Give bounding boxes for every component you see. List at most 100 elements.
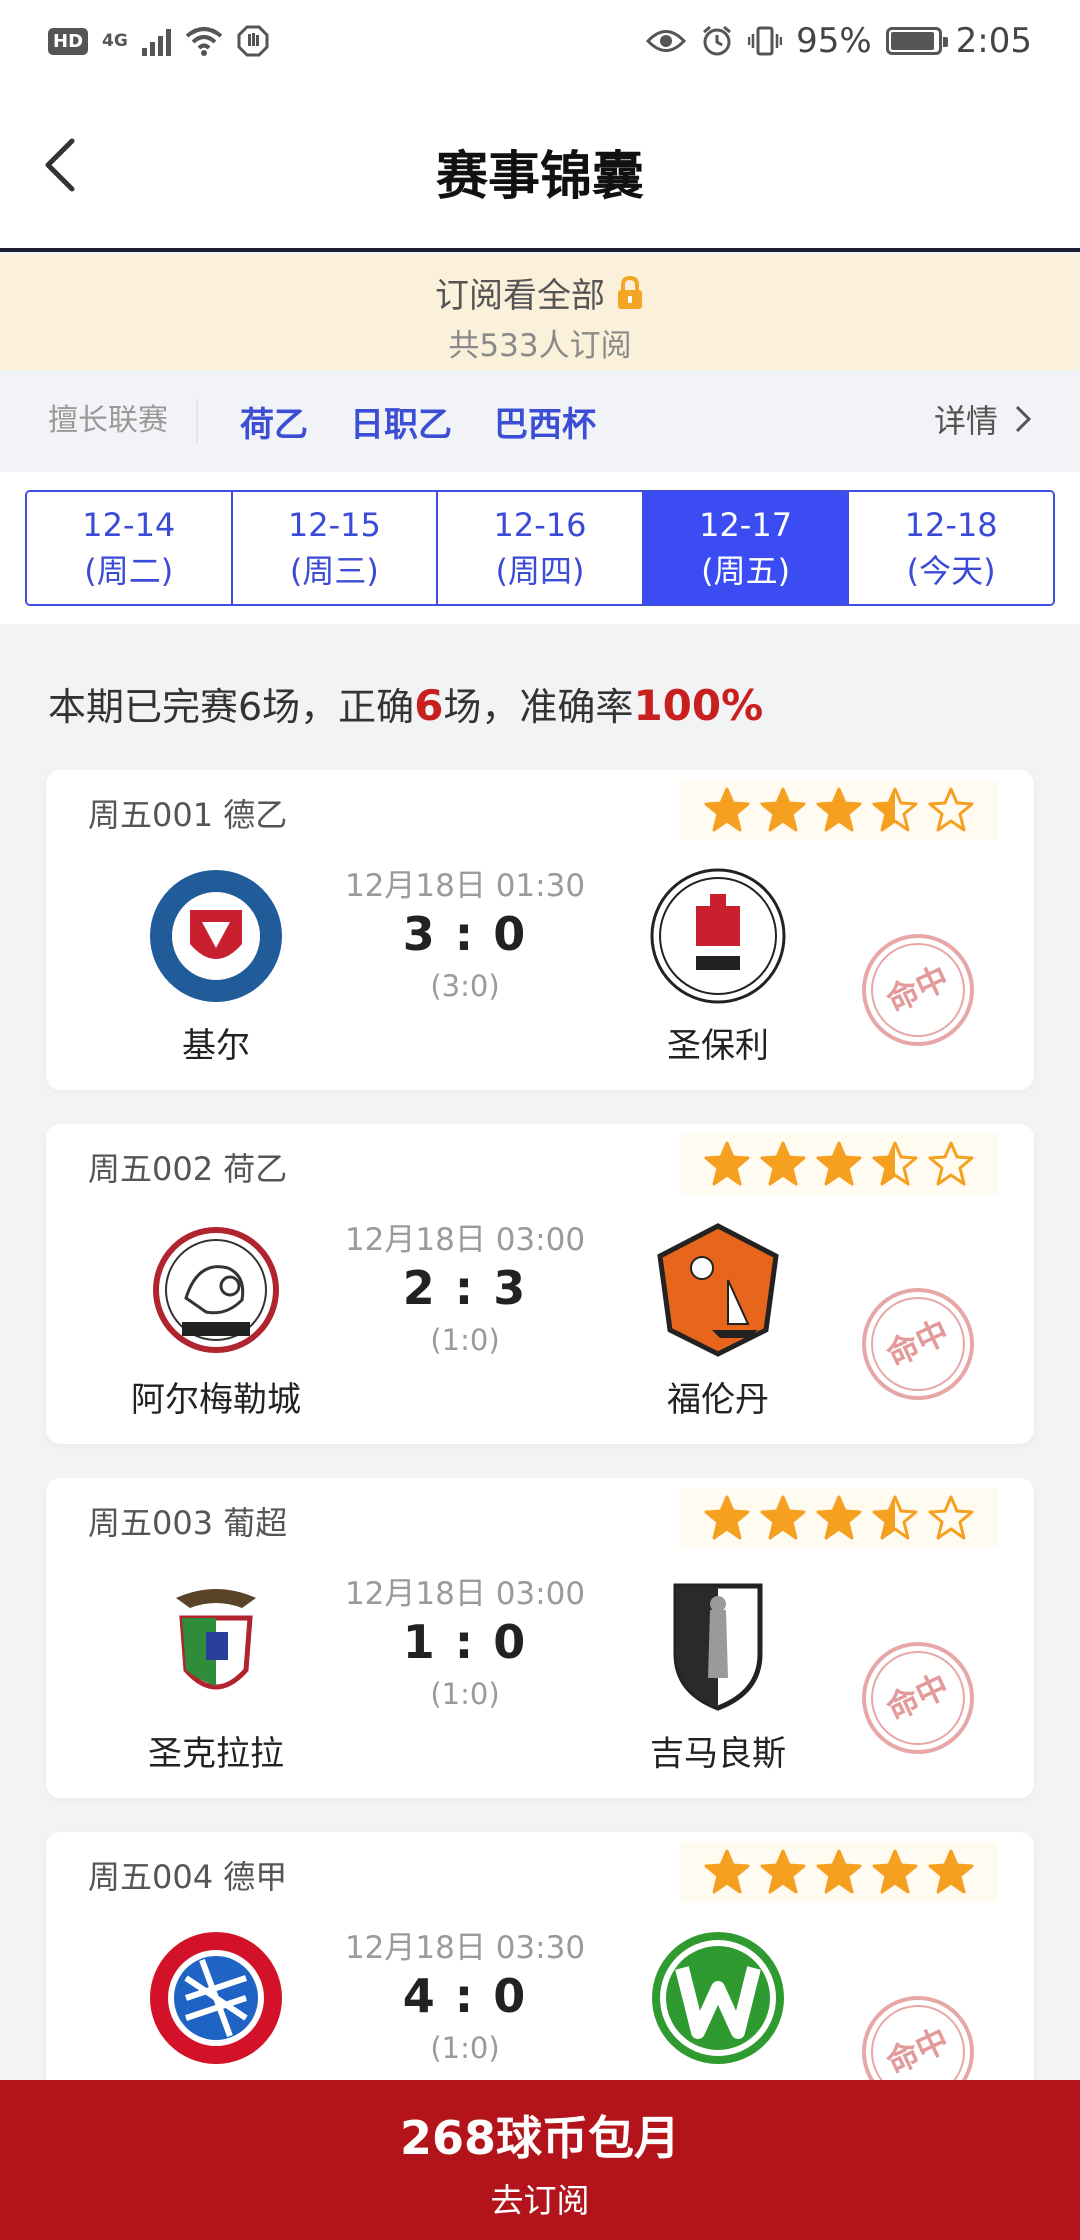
wifi-icon xyxy=(185,27,223,56)
date-tab-date: 12-18 xyxy=(904,506,998,544)
wolfsburg-crest-icon xyxy=(652,1932,784,2064)
date-tab-day: (周四) xyxy=(495,552,585,590)
subscribe-banner[interactable]: 订阅看全部 共533人订阅 xyxy=(0,254,1080,370)
league-item[interactable]: 荷乙 xyxy=(240,397,308,446)
hit-stamp-label: 命中 xyxy=(881,958,955,1019)
date-tab[interactable]: 12-16 (周四) xyxy=(438,492,644,604)
home-team: 阿尔梅勒城 xyxy=(96,1124,336,1421)
hd-icon: HD xyxy=(48,27,89,55)
league-item[interactable]: 日职乙 xyxy=(350,397,452,446)
away-team: 福伦丹 xyxy=(598,1124,838,1421)
half-time-score: (1:0) xyxy=(430,1323,500,1357)
accuracy-rate: 100% xyxy=(633,681,764,730)
subscribe-label: 订阅看全部 xyxy=(435,276,605,316)
star-empty-icon xyxy=(928,1495,974,1540)
battery-percent: 95% xyxy=(796,21,872,61)
detail-label: 详情 xyxy=(933,402,998,440)
match-time: 12月18日 03:00 xyxy=(344,1576,586,1612)
home-team-name: 基尔 xyxy=(182,1026,250,1066)
home-team: 圣克拉拉 xyxy=(96,1478,336,1775)
match-time: 12月18日 03:00 xyxy=(344,1222,586,1258)
results-summary: 本期已完赛6场，正确6场，准确率100% xyxy=(48,676,763,731)
star-half-icon xyxy=(872,1495,918,1540)
star-half-icon xyxy=(872,1141,918,1186)
hit-stamp-icon: 命中 xyxy=(862,1642,974,1754)
home-team-name: 圣克拉拉 xyxy=(148,1734,284,1774)
date-tab-day: (周二) xyxy=(84,552,174,590)
match-info: 12月18日 01:30 3 : 0 (3:0) xyxy=(340,860,590,1003)
date-tab[interactable]: 12-14 (周二) xyxy=(27,492,233,604)
match-info: 12月18日 03:00 2 : 3 (1:0) xyxy=(340,1214,590,1357)
half-time-score: (1:0) xyxy=(430,1677,500,1711)
chevron-right-icon xyxy=(1015,405,1032,433)
home-team xyxy=(96,1832,336,2080)
network-type: 4G xyxy=(102,31,128,51)
date-tab-date: 12-14 xyxy=(82,506,176,544)
nav-bar: 赛事锦囊 xyxy=(0,82,1080,252)
status-right: 95% 2:05 xyxy=(646,21,1032,61)
away-team xyxy=(598,1832,838,2080)
leagues-row: 擅长联赛 荷乙 日职乙 巴西杯 详情 xyxy=(0,370,1080,472)
date-tab[interactable]: 12-15 (周三) xyxy=(232,492,439,604)
eye-icon xyxy=(646,30,687,52)
final-score: 4 : 0 xyxy=(402,1969,528,2023)
away-team-name: 圣保利 xyxy=(667,1026,769,1066)
lock-icon xyxy=(618,275,642,309)
guimaraes-crest-icon xyxy=(673,1583,763,1711)
status-bar: HD 4G 95% 2:05 xyxy=(0,0,1080,82)
date-tabs: 12-14 (周二) 12-15 (周三) 12-16 (周四) 12-17 (… xyxy=(25,490,1055,606)
star-empty-icon xyxy=(928,787,974,832)
date-tabs-container: 12-14 (周二) 12-15 (周三) 12-16 (周四) 12-17 (… xyxy=(0,472,1080,624)
kiel-crest-icon xyxy=(150,870,282,1002)
subscribe-line: 订阅看全部 xyxy=(0,268,1080,317)
summary-prefix: 本期已完赛6场，正确 xyxy=(48,685,415,729)
date-tab-selected[interactable]: 12-17 (周五) xyxy=(643,492,850,604)
clock: 2:05 xyxy=(955,21,1032,61)
final-score: 1 : 0 xyxy=(402,1615,528,1669)
match-info: 12月18日 03:00 1 : 0 (1:0) xyxy=(340,1568,590,1711)
date-tab-date: 12-15 xyxy=(287,506,381,544)
match-time: 12月18日 01:30 xyxy=(344,868,586,904)
hit-stamp-label: 命中 xyxy=(881,2020,955,2081)
match-time: 12月18日 03:30 xyxy=(344,1930,586,1966)
hit-stamp-icon: 命中 xyxy=(862,934,974,1046)
away-team: 吉马良斯 xyxy=(598,1478,838,1775)
date-tab-date: 12-16 xyxy=(493,506,587,544)
date-tab-date: 12-17 xyxy=(699,506,793,544)
vibrate-icon xyxy=(748,26,783,56)
match-card[interactable]: 周五002 荷乙 阿尔梅勒城 12月18日 03:00 2 : 3 (1:0) … xyxy=(46,1124,1034,1444)
match-card[interactable]: 周五003 葡超 圣克拉拉 12月18日 03:00 1 : 0 (1:0) 吉… xyxy=(46,1478,1034,1798)
league-item[interactable]: 巴西杯 xyxy=(494,397,596,446)
star-full-icon xyxy=(872,1849,918,1894)
final-score: 3 : 0 xyxy=(402,907,528,961)
subscribe-action-label: 去订阅 xyxy=(490,2181,590,2220)
date-tab-day: (今天) xyxy=(906,552,996,590)
hit-stamp-label: 命中 xyxy=(881,1312,955,1373)
subscriber-count: 共533人订阅 xyxy=(448,328,632,364)
leagues-label: 擅长联赛 xyxy=(48,399,198,443)
volendam-crest-icon xyxy=(657,1223,779,1357)
hand-icon xyxy=(237,25,269,57)
star-empty-icon xyxy=(928,1141,974,1186)
status-left: HD 4G xyxy=(48,25,269,57)
match-card[interactable]: 周五001 德乙 基尔 12月18日 01:30 3 : 0 (3:0) 圣保利… xyxy=(46,770,1034,1090)
detail-link[interactable]: 详情 xyxy=(934,396,1032,442)
signal-icon xyxy=(141,26,171,56)
hit-stamp-icon: 命中 xyxy=(862,1288,974,1400)
date-tab[interactable]: 12-18 (今天) xyxy=(849,492,1053,604)
date-tab-day: (周三) xyxy=(289,552,379,590)
correct-count: 6 xyxy=(414,681,444,730)
summary-middle: 场，准确率 xyxy=(443,685,634,729)
away-team-name: 福伦丹 xyxy=(667,1380,769,1420)
alarm-icon xyxy=(703,25,732,56)
match-info: 12月18日 03:30 4 : 0 (1:0) xyxy=(340,1922,590,2065)
star-full-icon xyxy=(928,1849,974,1894)
bayern-crest-icon xyxy=(150,1932,282,2064)
subscribe-cta-button[interactable]: 268球币包月 去订阅 xyxy=(0,2080,1080,2240)
away-team-name: 吉马良斯 xyxy=(650,1734,786,1774)
battery-icon xyxy=(885,27,948,55)
half-time-score: (3:0) xyxy=(430,969,500,1003)
almere-crest-icon xyxy=(153,1227,279,1353)
page-title: 赛事锦囊 xyxy=(435,147,644,207)
half-time-score: (1:0) xyxy=(430,2031,500,2065)
